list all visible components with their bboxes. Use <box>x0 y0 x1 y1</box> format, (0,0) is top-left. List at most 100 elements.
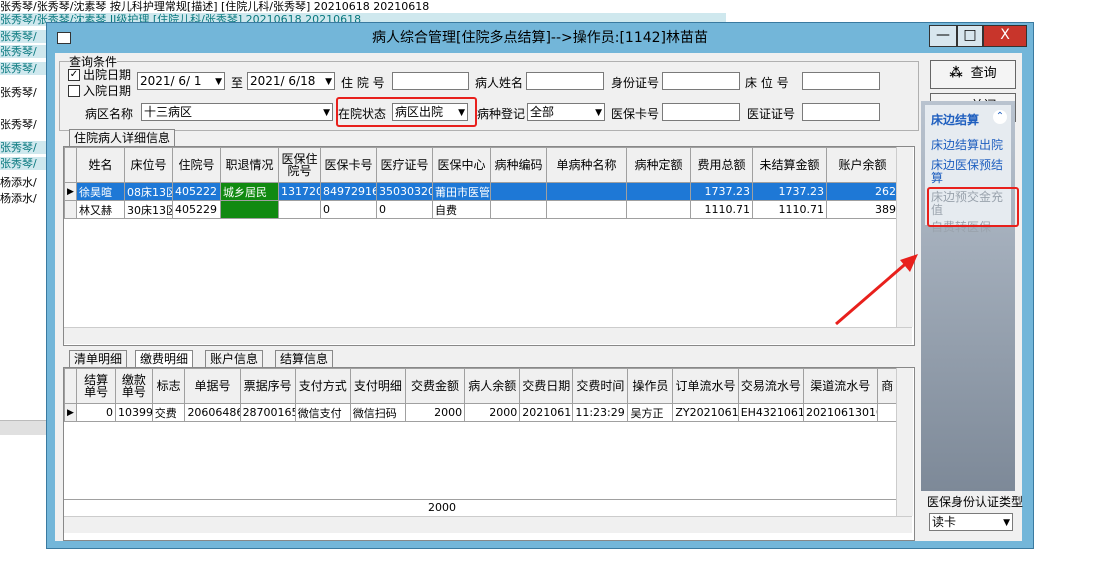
column-header[interactable]: 标志 <box>151 368 186 404</box>
table-cell[interactable]: 吴方正 <box>627 403 674 422</box>
table-cell[interactable] <box>546 200 627 219</box>
table-row[interactable]: 林又赫 30床13区 405229 0 0 自费 1110.71 1110.71… <box>64 200 899 219</box>
table-cell[interactable]: 微信扫码 <box>349 403 406 422</box>
inpatient-no-input[interactable] <box>392 72 469 90</box>
bed-no-input[interactable] <box>802 72 880 90</box>
minimize-button[interactable]: — <box>929 25 957 47</box>
table-cell[interactable]: 莆田市医管 <box>432 182 491 201</box>
table-cell[interactable]: 20210613 <box>519 403 574 422</box>
insurance-card-input[interactable] <box>662 103 740 121</box>
id-type-select[interactable]: 读卡 <box>929 513 1013 531</box>
column-header[interactable]: 医保住院号 <box>278 147 321 183</box>
table-cell[interactable]: 2000 <box>464 403 521 422</box>
table-row[interactable]: ▶ 0 103997 交费 20606486 28700165 微信支付 微信扫… <box>64 403 899 422</box>
column-header[interactable]: 票据序号 <box>239 368 296 404</box>
table-cell[interactable]: 交费 <box>151 403 186 422</box>
column-header[interactable]: 账户余额 <box>826 147 899 183</box>
tab-patient-detail[interactable]: 住院病人详细信息 <box>69 129 176 146</box>
horizontal-scrollbar[interactable] <box>64 516 912 533</box>
column-header[interactable]: 未结算金额 <box>752 147 827 183</box>
column-header[interactable]: 单据号 <box>184 368 241 404</box>
table-cell[interactable]: 405229 <box>172 200 221 219</box>
table-cell[interactable] <box>490 182 547 201</box>
list-item[interactable]: 张秀琴/ <box>0 86 46 99</box>
column-header[interactable]: 病种编码 <box>490 147 547 183</box>
close-window-button[interactable]: X <box>983 25 1027 47</box>
list-item[interactable]: 杨添水/ <box>0 192 46 205</box>
list-item[interactable]: 张秀琴/ <box>0 118 46 131</box>
tab-payment-detail[interactable]: 缴费明细 <box>135 350 194 367</box>
column-header[interactable]: 支付方式 <box>294 368 351 404</box>
table-cell[interactable]: 1737.23 <box>690 182 753 201</box>
side-panel-header[interactable]: 床边结算 <box>931 111 979 128</box>
side-item-bedside-discharge[interactable]: 床边结算出院 <box>931 139 1011 152</box>
list-item[interactable]: 张秀琴/ <box>0 62 46 75</box>
table-cell[interactable] <box>626 200 691 219</box>
ward-select[interactable]: 十三病区 <box>141 103 333 121</box>
column-header[interactable]: 缴款单号 <box>115 368 153 404</box>
patient-name-input[interactable] <box>526 72 604 90</box>
table-cell[interactable]: ZY202106131 <box>672 403 739 422</box>
column-header[interactable]: 交费时间 <box>572 368 629 404</box>
column-header[interactable]: 结算单号 <box>76 368 117 404</box>
table-cell[interactable] <box>220 200 279 219</box>
table-cell[interactable]: 自费 <box>432 200 491 219</box>
insurance-cert-input[interactable] <box>802 103 880 121</box>
column-header[interactable]: 医保中心 <box>432 147 491 183</box>
table-cell[interactable]: 1110.71 <box>752 200 827 219</box>
tab-settlement-info[interactable]: 结算信息 <box>275 350 334 367</box>
column-header[interactable]: 订单流水号 <box>672 368 739 404</box>
column-header[interactable]: 病种定额 <box>626 147 691 183</box>
column-header[interactable]: 姓名 <box>76 147 125 183</box>
table-cell[interactable]: 20606486 <box>184 403 241 422</box>
table-cell[interactable]: 0 <box>76 403 117 422</box>
table-row[interactable]: ▶ 徐昊暄 08床13区 405222 城乡居民 1317205 8497291… <box>64 182 899 201</box>
column-header[interactable]: 支付明细 <box>349 368 406 404</box>
list-item[interactable]: 张秀琴/ <box>0 45 46 58</box>
table-cell[interactable]: 849729169 <box>320 182 377 201</box>
column-header[interactable]: 病人余额 <box>464 368 521 404</box>
table-cell[interactable]: 103997 <box>115 403 153 422</box>
side-item-insurance-presettle[interactable]: 床边医保预结算 <box>931 159 1011 185</box>
disease-reg-select[interactable]: 全部 <box>527 103 605 121</box>
list-item[interactable]: 张秀琴/张秀琴/沈素琴 按儿科护理常规[描述] [住院儿科/张秀琴] 20210… <box>0 0 726 13</box>
list-item[interactable]: 张秀琴/ <box>0 30 46 43</box>
table-cell[interactable] <box>626 182 691 201</box>
table-cell[interactable]: 11:23:29 <box>572 403 629 422</box>
column-header[interactable]: 费用总额 <box>690 147 753 183</box>
table-cell[interactable]: 1737.23 <box>752 182 827 201</box>
id-card-input[interactable] <box>662 72 740 90</box>
column-header[interactable]: 单病种名称 <box>546 147 627 183</box>
date-from-picker[interactable]: 2021/ 6/ 1 <box>137 72 225 90</box>
column-header[interactable]: 床位号 <box>124 147 173 183</box>
column-header[interactable]: 医疗证号 <box>376 147 433 183</box>
table-cell[interactable]: 405222 <box>172 182 221 201</box>
table-cell[interactable]: 微信支付 <box>294 403 351 422</box>
title-bar[interactable]: 病人综合管理[住院多点结算]-->操作员:[1142]林苗苗 — □ X <box>47 23 1033 51</box>
table-cell[interactable]: 350303201 <box>376 182 433 201</box>
table-cell[interactable]: 0 <box>376 200 433 219</box>
column-header[interactable]: 医保卡号 <box>320 147 377 183</box>
query-button[interactable]: ⁂ 查询 <box>930 60 1016 89</box>
table-cell[interactable] <box>278 200 321 219</box>
table-cell[interactable]: 262 <box>826 182 899 201</box>
vertical-scrollbar[interactable] <box>896 368 913 516</box>
tab-account-info[interactable]: 账户信息 <box>205 350 264 367</box>
table-cell[interactable]: 2000 <box>404 403 466 422</box>
table-cell[interactable]: EH432106130 <box>737 403 805 422</box>
list-item[interactable]: 张秀琴/ <box>0 157 46 170</box>
tab-bill-detail[interactable]: 清单明细 <box>69 350 128 367</box>
column-header[interactable]: 渠道流水号 <box>803 368 878 404</box>
date-to-picker[interactable]: 2021/ 6/18 <box>247 72 335 90</box>
column-header[interactable]: 操作员 <box>627 368 674 404</box>
horizontal-scrollbar[interactable] <box>64 327 912 344</box>
list-item[interactable]: 张秀琴/ <box>0 141 46 154</box>
table-cell[interactable]: 08床13区 <box>124 182 173 201</box>
table-cell[interactable]: 徐昊暄 <box>76 182 125 201</box>
column-header[interactable]: 住院号 <box>172 147 221 183</box>
table-cell[interactable] <box>876 403 899 422</box>
discharge-date-checkbox[interactable]: ✓ <box>68 69 80 81</box>
table-cell[interactable] <box>490 200 547 219</box>
collapse-chevron-icon[interactable]: ⌃ <box>993 110 1007 124</box>
table-cell[interactable]: 1317205 <box>278 182 321 201</box>
